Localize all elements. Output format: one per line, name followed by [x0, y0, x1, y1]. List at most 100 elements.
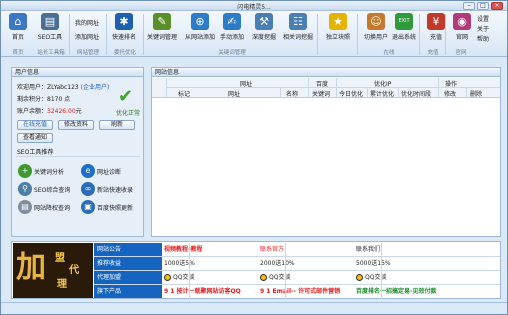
tool-keyword-analysis[interactable]: + 关键词分析 [17, 164, 77, 178]
join-agent-banner[interactable]: 加 盟 代 理 [13, 243, 93, 298]
group-label: 在线 [383, 50, 395, 56]
toolbox-icon: ▤ [41, 13, 59, 30]
row-label: 旗下产品 [94, 285, 162, 298]
ribbon-label: 独立块照 [325, 34, 350, 41]
group-label: 关键词管理 [218, 50, 246, 56]
ie-icon: e [81, 164, 95, 178]
video-tutorial-link[interactable]: 视频教程-教程 [164, 243, 203, 256]
row-label: 代理加盟 [94, 271, 162, 284]
tool-seo-query[interactable]: ⚲ SEO综合查询 [17, 182, 77, 196]
refresh-button[interactable]: 刷新 [99, 120, 135, 130]
ribbon-home-button[interactable]: ⌂ 首页 [3, 13, 33, 46]
welcome-text: 欢迎用户：ZLYabc123 [17, 84, 79, 91]
col-line [308, 78, 309, 98]
ad-char-3: 理 [57, 279, 67, 290]
view-notice-button[interactable]: 查看通知 [17, 133, 53, 143]
add-site-link[interactable]: 添加网址 [75, 32, 99, 41]
divider [16, 156, 140, 157]
points-line: 剩余积分：8170 点 [17, 96, 71, 103]
product-link-1[interactable]: 9 1 按计一就聚网站访客QQ [164, 285, 241, 298]
edit-profile-button[interactable]: 修改资料 [58, 120, 94, 130]
star-icon: ★ [329, 13, 347, 30]
optimize-table-header: 网址 百度 优化IP 操作 标记 网址 名称 关键词 今日优化 累计优化 优化时… [152, 78, 500, 98]
row-label: 网站公告 [94, 243, 162, 256]
exit-icon: EXIT [395, 13, 413, 30]
ribbon-seo-tools-button[interactable]: ▤ SEO工具 [35, 13, 65, 46]
tool-penalty-check[interactable]: ▤ 网站降权查询 [17, 200, 77, 214]
col-delete[interactable]: 删除 [470, 89, 482, 98]
tool-label: 关键词分析 [34, 169, 65, 176]
close-button[interactable]: × [491, 2, 503, 10]
balance-label: 账户余额： [17, 108, 48, 115]
col-today[interactable]: 今日优化 [339, 89, 363, 98]
check-icon: ✔ [118, 86, 134, 107]
mining-icon: ⚒ [255, 13, 273, 30]
maximize-button[interactable]: □ [477, 2, 489, 10]
col-line [189, 243, 190, 299]
my-sites-link[interactable]: 我的网址 [75, 18, 99, 27]
tool-snapshot-update[interactable]: ▣ 百度快照更新 [80, 200, 140, 214]
status-text: 优化正常 [116, 110, 141, 117]
tool-label: 网址诊断 [97, 169, 122, 176]
search-icon: ⚲ [18, 182, 32, 196]
contact-us-link[interactable]: 联系我们 [356, 243, 380, 256]
group-label: 首页 [12, 50, 24, 56]
col-line [280, 87, 281, 98]
col-mark[interactable]: 标记 [178, 89, 190, 98]
ribbon-standalone-button[interactable]: ★ 独立块照 [323, 13, 353, 46]
settings-link[interactable]: 设置 [477, 14, 489, 23]
qq-icon [356, 274, 363, 281]
site-add-icon: ⊕ [191, 13, 209, 30]
col-edit[interactable]: 修改 [444, 89, 456, 98]
group-label: 委托优化 [113, 50, 136, 56]
about-link[interactable]: 关于 [477, 24, 489, 33]
product-link-3[interactable]: 百度排名一招搞定易-见效付款 [356, 285, 437, 298]
ribbon-manual-add-button[interactable]: ✍ 手动添加 [217, 13, 247, 46]
help-link[interactable]: 帮助 [477, 34, 489, 43]
group-label: 站长工具箱 [37, 50, 65, 56]
tool-site-diagnosis[interactable]: e 网址诊断 [80, 164, 140, 178]
ad-char-2: 代 [69, 265, 79, 276]
recharge-icon: ¥ [427, 13, 445, 30]
ribbon-exit-button[interactable]: EXIT 退出系统 [389, 13, 419, 46]
col-period[interactable]: 优化时间段 [401, 89, 431, 98]
tool-fast-index[interactable]: ∞ 新站快速收录 [80, 182, 140, 196]
ribbon-deep-mining-button[interactable]: ⚒ 深度挖掘 [249, 13, 279, 46]
online-recharge-button[interactable]: 在线充值 [17, 120, 53, 130]
col-keyword[interactable]: 关键词 [312, 89, 330, 98]
qq-label: QQ交谈 [269, 274, 291, 281]
ribbon-website-button[interactable]: ◉ 官网 [447, 13, 477, 46]
header-divider [166, 87, 500, 88]
tool-label: 新站快速收录 [97, 187, 134, 194]
reward-2000: 2000送10% [260, 260, 295, 267]
group-label: 充值 [427, 50, 439, 56]
member-type: (企业用户) [80, 84, 110, 91]
ribbon-separator [69, 14, 70, 55]
ribbon-keyword-manage-button[interactable]: ✎ 关键词管理 [147, 13, 177, 46]
status-bar [1, 302, 507, 314]
user-icon: ☺ [367, 13, 385, 30]
col-url[interactable]: 网址 [228, 89, 240, 98]
ad-char-1: 盟 [55, 253, 65, 264]
reward-5000: 5000送15% [356, 260, 391, 267]
related-icon: ☷ [289, 13, 307, 30]
col-name[interactable]: 名称 [286, 89, 298, 98]
ribbon-quick-rank-button[interactable]: ✱ 快速排名 [109, 13, 139, 46]
ribbon-add-from-site-button[interactable]: ⊕ 从网站添加 [185, 13, 215, 46]
contact-official-link[interactable]: 联系官方 [260, 243, 284, 256]
col-line [438, 78, 439, 98]
app-window: 闪电精灵5... – □ × ⌂ 首页 ▤ SEO工具 我的网址 添加网址 ✱ … [0, 0, 508, 315]
product-link-2[interactable]: 9 1 Email-- 许可式邮件营销 [260, 285, 340, 298]
welcome-line: 欢迎用户：ZLYabc123 (企业用户) [17, 82, 109, 91]
col-total[interactable]: 累计优化 [370, 89, 394, 98]
tool-label: 网站降权查询 [34, 205, 71, 212]
info-row-agent: 代理加盟 QQ交谈 QQ交谈 QQ交谈 [94, 271, 500, 285]
ribbon-switch-user-button[interactable]: ☺ 切换用户 [361, 13, 391, 46]
ribbon-label: 添加网址 [75, 34, 100, 41]
minimize-button[interactable]: – [463, 2, 475, 10]
hand-icon: ✍ [223, 13, 241, 30]
info-row-rewards: 推荐收益 1000送5% 2000送10% 5000送15% [94, 257, 500, 271]
qq-icon [260, 274, 267, 281]
title-bar: 闪电精灵5... – □ × [1, 1, 507, 11]
ribbon-related-mining-button[interactable]: ☷ 相关词挖掘 [283, 13, 313, 46]
